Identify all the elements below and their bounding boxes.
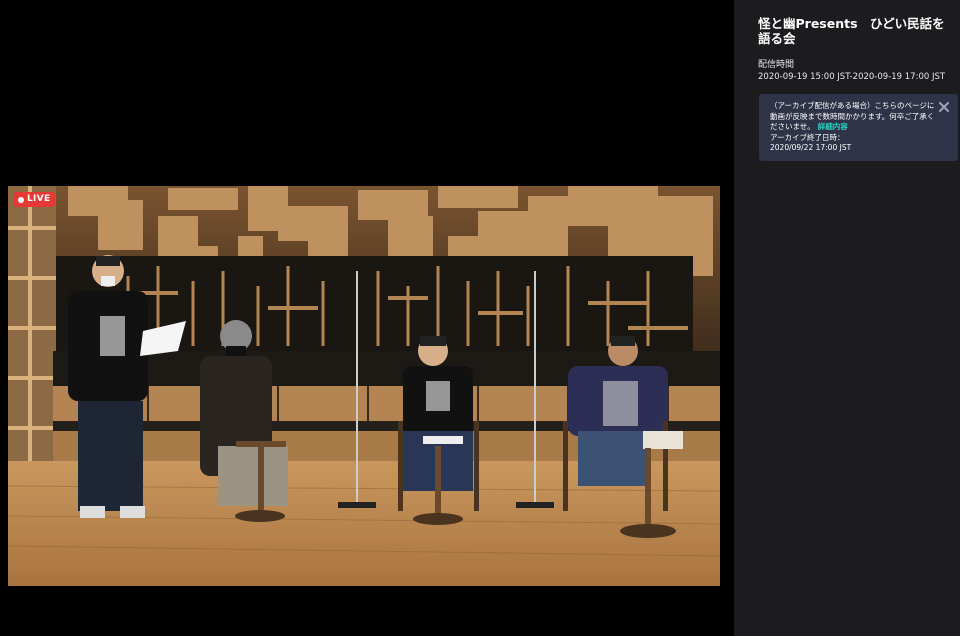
video-stream[interactable]	[8, 186, 720, 586]
close-notice-button[interactable]	[938, 101, 950, 113]
notice-text: （アーカイブ配信がある場合）こちらのページに動画が反映まで数時間かかります。何卒…	[770, 101, 935, 131]
live-dot-icon	[18, 196, 24, 203]
stream-page: LIVE 怪と幽Presents ひどい民話を語る会 配信時間 2020-09-…	[0, 0, 960, 636]
archive-notice: （アーカイブ配信がある場合）こちらのページに動画が反映まで数時間かかります。何卒…	[759, 94, 958, 161]
live-badge: LIVE	[14, 192, 56, 207]
left-bookshelf	[8, 186, 56, 496]
video-frame-stage	[8, 186, 720, 586]
schedule-value: 2020-09-19 15:00 JST-2020-09-19 17:00 JS…	[758, 72, 946, 82]
live-badge-label: LIVE	[27, 194, 51, 204]
event-title: 怪と幽Presents ひどい民話を語る会	[758, 16, 945, 46]
details-link[interactable]: 詳細内容	[818, 122, 848, 131]
schedule-label: 配信時間	[758, 60, 795, 70]
archive-end-label: アーカイブ終了日時：	[770, 132, 845, 142]
close-icon	[938, 101, 950, 113]
archive-end-value: 2020/09/22 17:00 JST	[770, 143, 852, 152]
video-player-area: LIVE	[0, 0, 734, 636]
event-info-sidebar: 怪と幽Presents ひどい民話を語る会 配信時間 2020-09-19 15…	[734, 0, 960, 636]
